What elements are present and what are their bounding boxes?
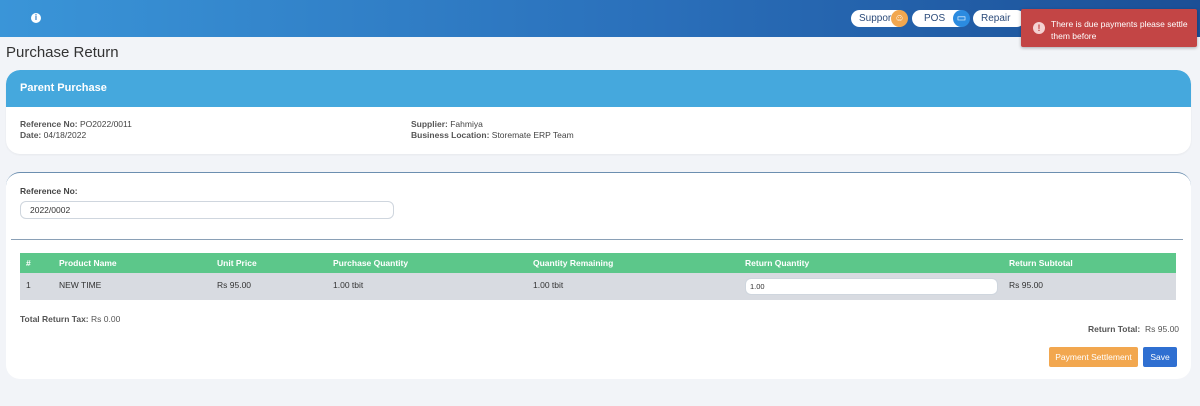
parent-location-value: Storemate ERP Team bbox=[491, 130, 574, 140]
total-return-tax-value: Rs 0.00 bbox=[91, 314, 121, 324]
return-total-value: Rs 95.00 bbox=[1145, 324, 1180, 334]
toast-message: There is due payments please settle them… bbox=[1051, 19, 1188, 41]
top-navbar: i Support ☺ POS ▭ Repair bbox=[0, 0, 1200, 37]
due-payment-toast[interactable]: ! There is due payments please settle th… bbox=[1021, 9, 1197, 47]
support-label: Support bbox=[859, 13, 895, 24]
payment-settlement-button[interactable]: Payment Settlement bbox=[1049, 347, 1138, 367]
return-reference-label: Reference No: bbox=[20, 186, 78, 196]
parent-purchase-title: Parent Purchase bbox=[20, 82, 107, 94]
monitor-icon[interactable]: ▭ bbox=[953, 10, 970, 27]
parent-supplier-value: Fahmiya bbox=[450, 119, 483, 129]
row-unit-price: Rs 95.00 bbox=[217, 280, 252, 290]
parent-date: Date: 04/18/2022 bbox=[20, 130, 86, 140]
row-quantity-remaining: 1.00 tbit bbox=[533, 280, 564, 290]
section-divider bbox=[11, 239, 1183, 240]
return-total-label: Return Total: bbox=[1088, 324, 1141, 334]
col-return-subtotal: Return Subtotal bbox=[1009, 258, 1073, 268]
col-product-name: Product Name bbox=[59, 258, 117, 268]
total-return-tax: Total Return Tax: Rs 0.00 bbox=[20, 314, 120, 324]
parent-reference: Reference No: PO2022/0011 bbox=[20, 119, 132, 129]
repair-button[interactable]: Repair bbox=[973, 10, 1025, 27]
return-quantity-input[interactable]: 1.00 bbox=[745, 278, 998, 295]
info-icon[interactable]: i bbox=[31, 13, 41, 23]
row-index: 1 bbox=[26, 280, 31, 290]
col-purchase-quantity: Purchase Quantity bbox=[333, 258, 409, 268]
support-icon[interactable]: ☺ bbox=[891, 10, 908, 27]
return-total: Return Total: Rs 95.00 bbox=[1088, 324, 1179, 334]
parent-purchase-card: Parent Purchase Reference No: PO2022/001… bbox=[6, 70, 1191, 154]
table-header: # Product Name Unit Price Purchase Quant… bbox=[20, 253, 1176, 273]
col-index: # bbox=[26, 258, 31, 268]
parent-purchase-header: Parent Purchase bbox=[6, 70, 1191, 107]
warning-icon: ! bbox=[1033, 22, 1045, 34]
col-unit-price: Unit Price bbox=[217, 258, 257, 268]
pos-label: POS bbox=[924, 13, 946, 24]
repair-label: Repair bbox=[981, 13, 1011, 24]
parent-location-label: Business Location: bbox=[411, 130, 490, 140]
row-product-name: NEW TIME bbox=[59, 280, 102, 290]
page-title: Purchase Return bbox=[6, 44, 119, 61]
col-return-quantity: Return Quantity bbox=[745, 258, 810, 268]
save-button[interactable]: Save bbox=[1143, 347, 1177, 367]
parent-location: Business Location: Storemate ERP Team bbox=[411, 130, 574, 140]
row-purchase-quantity: 1.00 tbit bbox=[333, 280, 364, 290]
parent-date-label: Date: bbox=[20, 130, 42, 140]
return-form-card: Reference No: 2022/0002 # Product Name U… bbox=[6, 172, 1191, 379]
col-quantity-remaining: Quantity Remaining bbox=[533, 258, 614, 268]
row-return-subtotal: Rs 95.00 bbox=[1009, 280, 1044, 290]
parent-reference-label: Reference No: bbox=[20, 119, 78, 129]
return-reference-input[interactable]: 2022/0002 bbox=[20, 201, 394, 219]
parent-date-value: 04/18/2022 bbox=[43, 130, 87, 140]
parent-supplier: Supplier: Fahmiya bbox=[411, 119, 483, 129]
total-return-tax-label: Total Return Tax: bbox=[20, 314, 89, 324]
table-row: 1 NEW TIME Rs 95.00 1.00 tbit 1.00 tbit … bbox=[20, 273, 1176, 300]
parent-supplier-label: Supplier: bbox=[411, 119, 448, 129]
parent-reference-value: PO2022/0011 bbox=[80, 119, 132, 129]
